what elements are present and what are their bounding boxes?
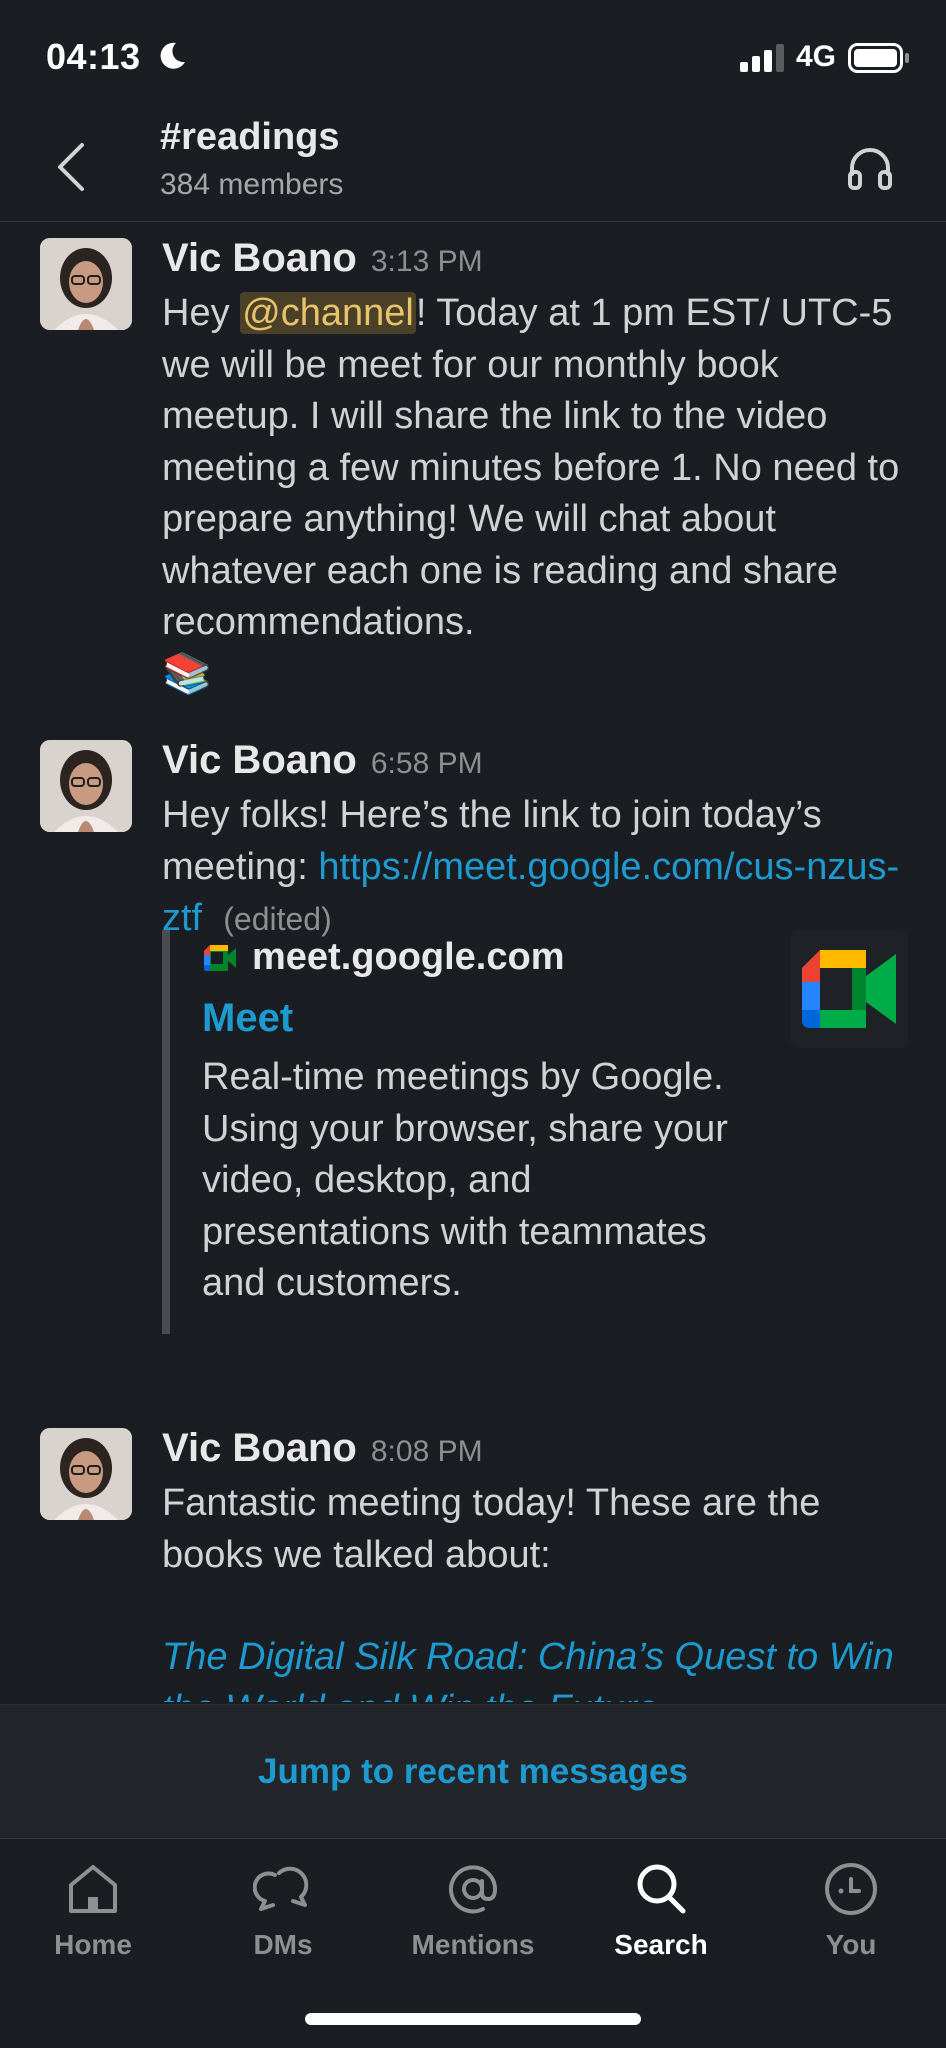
avatar[interactable] (40, 1428, 132, 1520)
message[interactable]: Vic Boano 8:08 PM Fantastic meeting toda… (0, 1426, 946, 1702)
link-preview-title[interactable]: Meet (202, 996, 293, 1041)
do-not-disturb-moon-icon (160, 42, 185, 69)
member-count[interactable]: 384 members (160, 168, 343, 202)
google-meet-favicon-icon (204, 944, 236, 971)
message-author[interactable]: Vic Boano (162, 236, 357, 281)
chevron-left-icon (58, 143, 84, 191)
jump-to-recent-button[interactable]: Jump to recent messages (258, 1752, 688, 1792)
link-preview-description: Real-time meetings by Google. Using your… (202, 1056, 728, 1304)
book-link[interactable]: The Digital Silk Road: China’s Quest to … (162, 1636, 894, 1702)
tab-dms[interactable]: DMs (208, 1859, 358, 1969)
message-text: Hey @channel! Today at 1 pm EST/ UTC-5 w… (162, 288, 906, 701)
network-type: 4G (796, 40, 837, 73)
channel-header: #readings 384 members (0, 110, 946, 222)
user-avatar-image (40, 740, 132, 832)
search-icon (637, 1864, 686, 1914)
avatar[interactable] (40, 740, 132, 832)
tab-label: Mentions (411, 1929, 535, 1960)
back-button[interactable] (46, 132, 96, 202)
status-bar: 04:13 4G (0, 0, 946, 110)
message-list[interactable]: Vic Boano 3:13 PM Hey @channel! Today at… (0, 222, 946, 1702)
channel-name[interactable]: #readings (160, 116, 340, 159)
link-preview-site: meet.google.com (202, 936, 565, 979)
avatar[interactable] (40, 238, 132, 330)
tab-search[interactable]: Search (586, 1859, 736, 1969)
channel-mention[interactable]: @channel (240, 292, 416, 334)
message-text-part: Hey (162, 292, 241, 334)
message-time: 8:08 PM (370, 1435, 483, 1468)
headphones-icon (848, 148, 892, 190)
dms-icon (253, 1866, 309, 1911)
message-text: Hey folks! Here’s the link to join today… (162, 790, 906, 946)
tab-home[interactable]: Home (18, 1859, 168, 1969)
tab-label: You (825, 1929, 877, 1960)
tab-you[interactable]: You (776, 1859, 926, 1969)
message-time: 6:58 PM (370, 747, 483, 780)
link-preview-domain: meet.google.com (252, 936, 565, 978)
home-indicator[interactable] (305, 2013, 641, 2025)
tab-label: Search (614, 1929, 708, 1960)
message-author[interactable]: Vic Boano (162, 738, 357, 783)
you-icon (825, 1863, 877, 1915)
google-meet-logo-icon[interactable] (790, 930, 908, 1048)
link-preview-card[interactable]: meet.google.com Meet Real-time meetings … (162, 930, 908, 1334)
jump-to-recent-bar[interactable]: Jump to recent messages (0, 1704, 946, 1838)
status-time: 04:13 (46, 36, 141, 77)
message-text-part: ! Today at 1 pm EST/ UTC-5 we will be me… (162, 292, 900, 643)
message-text: The Digital Silk Road: China’s Quest to … (162, 1632, 906, 1702)
message-time: 3:13 PM (370, 245, 483, 278)
message[interactable]: Vic Boano 3:13 PM Hey @channel! Today at… (0, 236, 946, 736)
mentions-icon (449, 1865, 498, 1914)
cellular-signal-icon (740, 44, 784, 72)
tab-label: Home (54, 1929, 132, 1960)
battery-icon (848, 43, 909, 73)
home-icon (69, 1865, 117, 1913)
books-emoji: 📚 (162, 651, 212, 696)
tab-label: DMs (253, 1929, 313, 1960)
user-avatar-image (40, 1428, 132, 1520)
tab-mentions[interactable]: Mentions (398, 1859, 548, 1969)
message-author[interactable]: Vic Boano (162, 1426, 357, 1471)
huddle-button[interactable] (840, 138, 900, 198)
user-avatar-image (40, 238, 132, 330)
message-text: Fantastic meeting today! These are the b… (162, 1482, 821, 1576)
message[interactable]: Vic Boano 6:58 PM Hey folks! Here’s the … (0, 738, 946, 1418)
